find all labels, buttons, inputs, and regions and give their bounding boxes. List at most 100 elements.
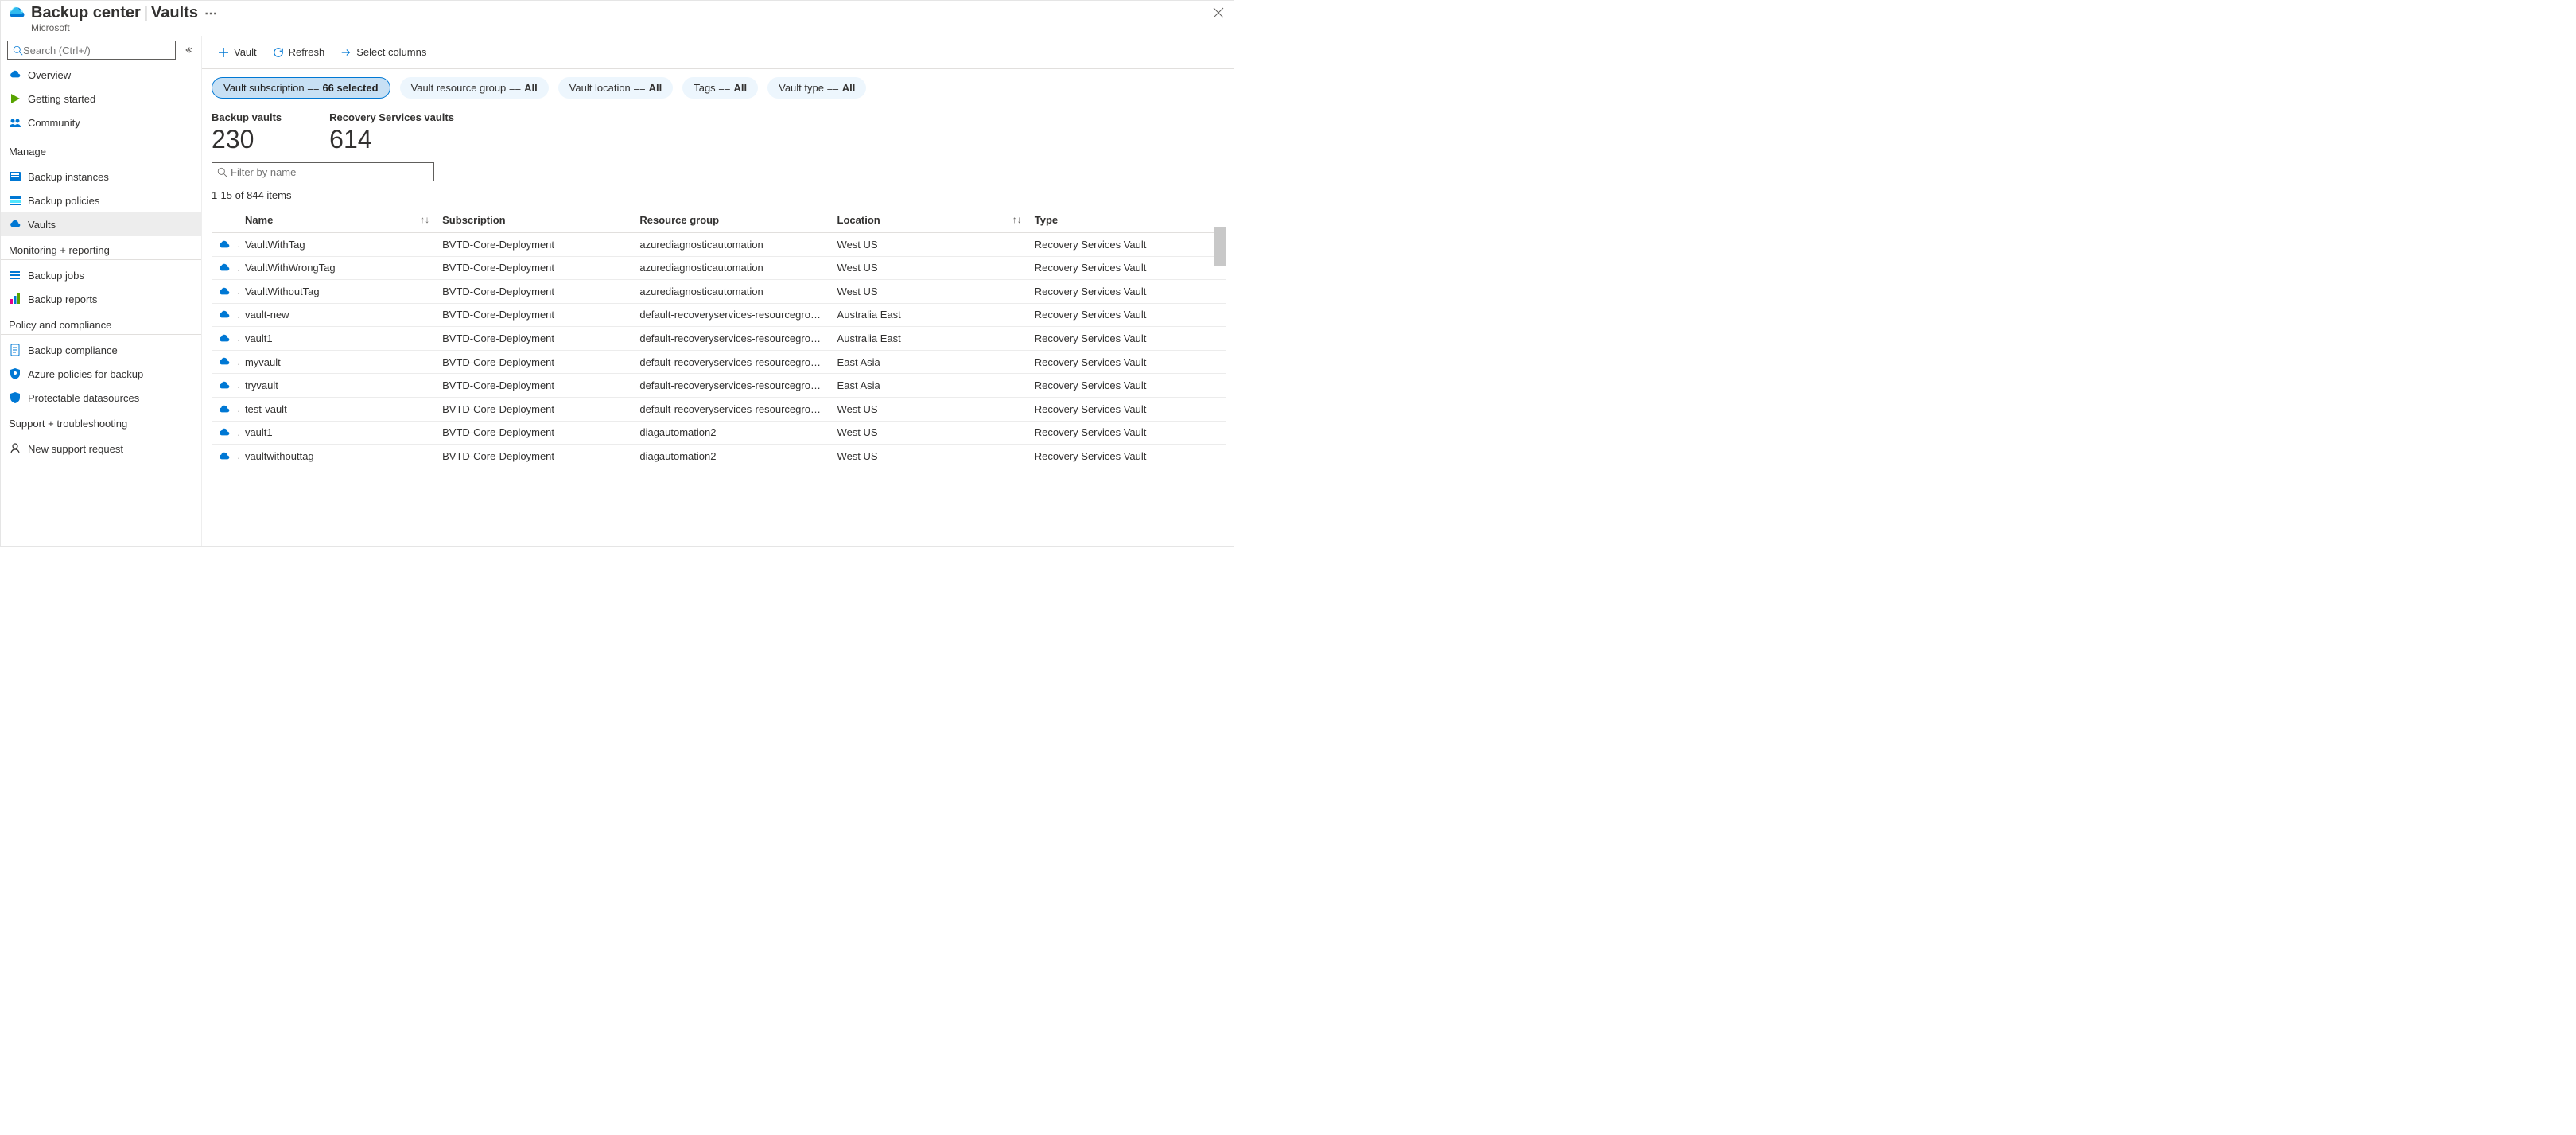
table-row[interactable]: VaultWithTagBVTD-Core-Deploymentazuredia… — [212, 233, 1226, 257]
vault-icon — [218, 286, 231, 298]
nav-community[interactable]: Community — [1, 111, 201, 134]
plus-icon — [218, 47, 229, 58]
nav-backup-instances[interactable]: Backup instances — [1, 165, 201, 189]
vaults-table: Name↑↓ Subscription Resource group Locat… — [212, 208, 1226, 468]
nav-backup-jobs[interactable]: Backup jobs — [1, 263, 201, 287]
table-row[interactable]: VaultWithWrongTagBVTD-Core-Deploymentazu… — [212, 256, 1226, 280]
sidebar-search-input[interactable] — [23, 45, 170, 56]
col-resource-group[interactable]: Resource group — [633, 208, 830, 233]
vault-icon — [218, 356, 231, 368]
filter-pill-0[interactable]: Vault subscription == 66 selected — [212, 77, 390, 99]
nav-label: Backup jobs — [28, 270, 84, 282]
collapse-sidebar-icon[interactable]: ≪ — [185, 44, 193, 56]
vault-icon — [218, 403, 231, 416]
summary-backup-vaults: Backup vaults 230 — [212, 111, 282, 154]
sort-icon: ↑↓ — [420, 214, 429, 225]
nav-label: Overview — [28, 69, 71, 81]
nav-new-support[interactable]: New support request — [1, 437, 201, 461]
vault-icon — [218, 450, 231, 463]
vault-icon — [218, 332, 231, 345]
cell-name: tryvault — [239, 374, 436, 398]
table-row[interactable]: vaultwithouttagBVTD-Core-Deploymentdiaga… — [212, 445, 1226, 468]
cell-resource-group: azurediagnosticautomation — [633, 256, 830, 280]
cell-subscription: BVTD-Core-Deployment — [436, 445, 633, 468]
table-row[interactable]: vault1BVTD-Core-Deploymentdefault-recove… — [212, 327, 1226, 351]
window: Backup center | Vaults ⋯ Microsoft ≪ — [0, 0, 1234, 547]
cell-subscription: BVTD-Core-Deployment — [436, 421, 633, 445]
close-button[interactable] — [1213, 7, 1224, 18]
vault-icon — [218, 239, 231, 251]
select-columns-button[interactable]: Select columns — [334, 43, 433, 61]
nav-section-header: Monitoring + reporting — [1, 236, 201, 260]
cell-name: myvault — [239, 350, 436, 374]
cell-location: West US — [831, 421, 1028, 445]
cell-subscription: BVTD-Core-Deployment — [436, 303, 633, 327]
cell-resource-group: default-recoveryservices-resourcegroup-… — [633, 374, 830, 398]
nav-label: Backup compliance — [28, 344, 118, 356]
backup-compliance-icon — [9, 344, 21, 356]
nav-label: Backup reports — [28, 293, 97, 305]
vaults-icon — [9, 218, 21, 231]
more-menu-icon[interactable]: ⋯ — [204, 6, 217, 21]
table-row[interactable]: VaultWithoutTagBVTD-Core-Deploymentazure… — [212, 280, 1226, 304]
nav-getting-started[interactable]: Getting started — [1, 87, 201, 111]
refresh-icon — [273, 47, 284, 58]
cell-subscription: BVTD-Core-Deployment — [436, 397, 633, 421]
filter-pill-3[interactable]: Tags == All — [682, 77, 758, 99]
result-count: 1-15 of 844 items — [202, 186, 1234, 208]
filter-by-name[interactable] — [212, 162, 434, 181]
page-header: Backup center | Vaults ⋯ Microsoft — [1, 1, 1234, 36]
col-name[interactable]: Name↑↓ — [239, 208, 436, 233]
nav-label: New support request — [28, 443, 123, 455]
cell-resource-group: default-recoveryservices-resourcegroup-… — [633, 327, 830, 351]
sidebar-search[interactable] — [7, 41, 176, 60]
table-row[interactable]: tryvaultBVTD-Core-Deploymentdefault-reco… — [212, 374, 1226, 398]
table-row[interactable]: vault1BVTD-Core-Deploymentdiagautomation… — [212, 421, 1226, 445]
filter-pill-4[interactable]: Vault type == All — [767, 77, 866, 99]
page-title: Backup center | Vaults ⋯ — [31, 4, 1226, 22]
scrollbar[interactable] — [1214, 227, 1226, 266]
vault-icon — [218, 309, 231, 321]
nav-backup-compliance[interactable]: Backup compliance — [1, 338, 201, 362]
cell-subscription: BVTD-Core-Deployment — [436, 327, 633, 351]
nav-backup-reports[interactable]: Backup reports — [1, 287, 201, 311]
nav-section-header: Support + troubleshooting — [1, 410, 201, 433]
cell-name: VaultWithoutTag — [239, 280, 436, 304]
vault-icon — [218, 426, 231, 439]
cell-type: Recovery Services Vault — [1028, 350, 1226, 374]
refresh-button[interactable]: Refresh — [266, 43, 332, 61]
nav-label: Backup instances — [28, 171, 109, 183]
filter-pill-1[interactable]: Vault resource group == All — [400, 77, 549, 99]
cell-location: Australia East — [831, 327, 1028, 351]
filter-by-name-input[interactable] — [231, 166, 429, 178]
table-row[interactable]: test-vaultBVTD-Core-Deploymentdefault-re… — [212, 397, 1226, 421]
col-location[interactable]: Location↑↓ — [831, 208, 1028, 233]
cell-name: vaultwithouttag — [239, 445, 436, 468]
vaults-table-wrap: Name↑↓ Subscription Resource group Locat… — [212, 208, 1226, 546]
nav-label: Community — [28, 117, 80, 129]
nav-vaults[interactable]: Vaults — [1, 212, 201, 236]
col-subscription[interactable]: Subscription — [436, 208, 633, 233]
nav-azure-policies[interactable]: Azure policies for backup — [1, 362, 201, 386]
search-icon — [217, 167, 227, 177]
cell-type: Recovery Services Vault — [1028, 327, 1226, 351]
table-row[interactable]: myvaultBVTD-Core-Deploymentdefault-recov… — [212, 350, 1226, 374]
cell-type: Recovery Services Vault — [1028, 445, 1226, 468]
backup-jobs-icon — [9, 269, 21, 282]
cell-location: East Asia — [831, 374, 1028, 398]
nav-backup-policies[interactable]: Backup policies — [1, 189, 201, 212]
nav-label: Vaults — [28, 219, 56, 231]
vault-icon — [218, 379, 231, 392]
nav-protectable[interactable]: Protectable datasources — [1, 386, 201, 410]
add-vault-button[interactable]: Vault — [212, 43, 263, 61]
col-type[interactable]: Type — [1028, 208, 1226, 233]
table-header-row: Name↑↓ Subscription Resource group Locat… — [212, 208, 1226, 233]
filter-pill-2[interactable]: Vault location == All — [558, 77, 674, 99]
nav-overview[interactable]: Overview — [1, 63, 201, 87]
nav-label: Backup policies — [28, 195, 99, 207]
cell-resource-group: azurediagnosticautomation — [633, 280, 830, 304]
table-row[interactable]: vault-newBVTD-Core-Deploymentdefault-rec… — [212, 303, 1226, 327]
cell-name: VaultWithTag — [239, 233, 436, 257]
cell-name: test-vault — [239, 397, 436, 421]
new-support-icon — [9, 442, 21, 455]
